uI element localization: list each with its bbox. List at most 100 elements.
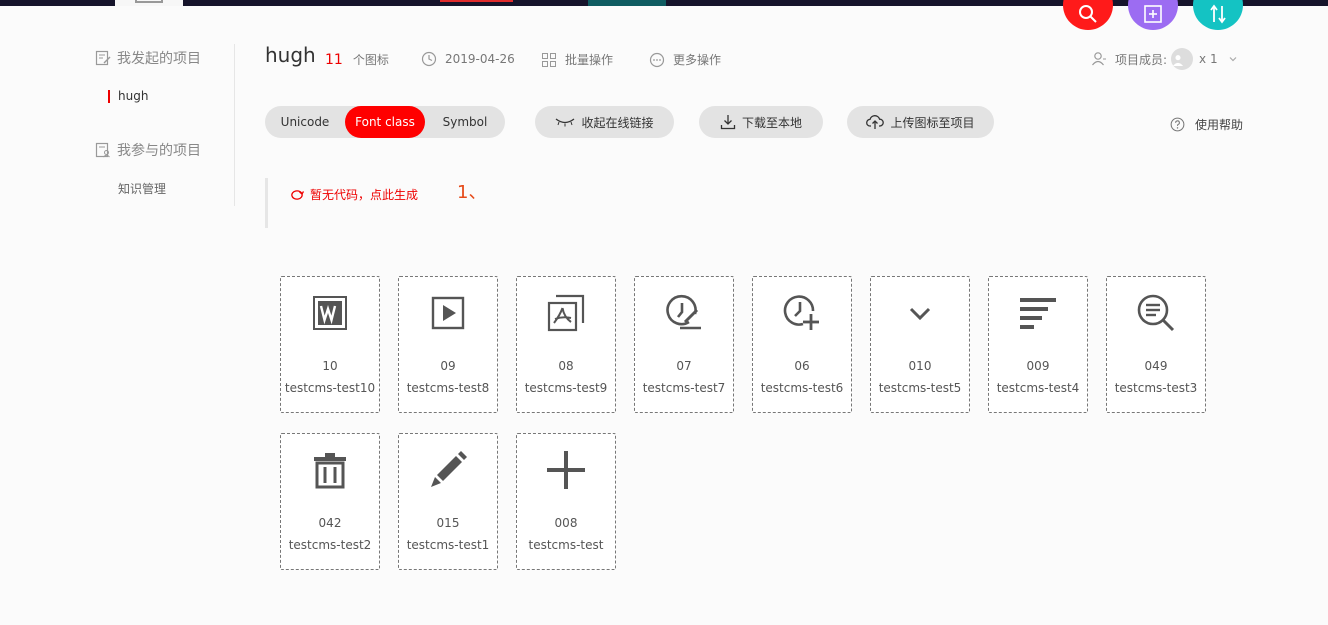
annotation-text: 1、 (457, 182, 487, 203)
icon-code: 06 (794, 359, 810, 373)
icon-card-testcms-test4[interactable]: 009 testcms-test4 (988, 276, 1088, 413)
icon-name: testcms-test2 (288, 538, 372, 552)
icon-name: testcms-test4 (996, 381, 1080, 395)
avatar[interactable] (1171, 48, 1194, 70)
chevron-down-icon (909, 307, 931, 321)
upload-button[interactable]: 上传图标至项目 (847, 106, 994, 138)
more-dots-icon (649, 52, 665, 67)
project-sidebar: 我发起的项目 hugh 我参与的项目 知识管理 (0, 44, 235, 206)
icon-name: testcms-test10 (284, 381, 376, 395)
project-date-text: 2019-04-26 (445, 52, 515, 66)
more-operations-label: 更多操作 (673, 53, 722, 67)
search-icon (1079, 5, 1097, 23)
icon-name: testcms-test8 (406, 381, 490, 395)
icon-code: 008 (554, 516, 578, 530)
generate-code-label: 暂无代码，点此生成 (310, 188, 419, 202)
icon-card-testcms-test6[interactable]: 06 testcms-test6 (752, 276, 852, 413)
batch-operations-button[interactable]: 批量操作 (541, 51, 613, 68)
icon-count-number: 11 (325, 51, 343, 68)
my-projects-heading: 我发起的项目 (95, 48, 201, 68)
code-panel: 暂无代码，点此生成 1、 (265, 178, 668, 228)
cloud-upload-icon (866, 115, 885, 129)
collapse-link-button[interactable]: 收起在线链接 (535, 106, 674, 138)
project-title: hugh (265, 43, 316, 67)
search-button[interactable] (1063, 0, 1113, 30)
icon-code: 07 (676, 359, 692, 373)
tab-font-class[interactable]: Font class (345, 106, 425, 138)
download-icon (720, 115, 736, 130)
chevron-down-icon[interactable] (1228, 54, 1238, 64)
user-doc-icon (95, 142, 110, 158)
sidebar-item-hugh[interactable]: hugh (107, 89, 148, 103)
help-icon (1170, 117, 1185, 132)
icon-count: 11 个图标 (325, 51, 389, 68)
icon-name: testcms-test5 (878, 381, 962, 395)
icon-card-testcms-test3[interactable]: 049 testcms-test3 (1106, 276, 1206, 413)
icon-card-testcms-test8[interactable]: 09 testcms-test8 (398, 276, 498, 413)
icon-code: 015 (436, 516, 460, 530)
batch-operations-label: 批量操作 (565, 53, 614, 67)
icon-code: 009 (1026, 359, 1050, 373)
pencil-icon (431, 451, 467, 487)
word-doc-icon (313, 296, 347, 330)
clock-add-icon (783, 295, 819, 330)
icon-code: 10 (322, 359, 338, 373)
icon-card-testcms-test5[interactable]: 010 testcms-test5 (870, 276, 970, 413)
clock-icon (421, 51, 437, 67)
nav-block (588, 0, 666, 6)
icon-card-testcms-test7[interactable]: 07 testcms-test7 (634, 276, 734, 413)
sort-button[interactable] (1193, 0, 1243, 30)
icon-name: testcms-test3 (1114, 381, 1198, 395)
sidebar-item-knowledge-management[interactable]: 知识管理 (118, 180, 166, 197)
members-count: x 1 (1199, 52, 1218, 66)
help-label: 使用帮助 (1195, 118, 1244, 132)
tab-symbol[interactable]: Symbol (425, 106, 505, 138)
icon-card-testcms-test9[interactable]: 08 testcms-test9 (516, 276, 616, 413)
icon-card-testcms-test[interactable]: 008 testcms-test (516, 433, 616, 570)
trash-icon (314, 453, 346, 489)
project-date: 2019-04-26 (421, 51, 515, 67)
icon-code: 09 (440, 359, 456, 373)
refresh-icon (291, 189, 304, 200)
pdf-image-icon (547, 294, 585, 332)
active-nav-indicator (440, 0, 513, 6)
upload-label: 上传图标至项目 (890, 115, 975, 130)
icon-name: testcms-test (528, 538, 604, 552)
icon-code: 08 (558, 359, 574, 373)
add-project-button[interactable] (1128, 0, 1178, 30)
joined-projects-heading: 我参与的项目 (95, 140, 201, 160)
members-label: 项目成员: (1115, 52, 1168, 67)
logo[interactable] (115, 0, 183, 6)
members-icon (1092, 52, 1106, 66)
clock-edit-icon (666, 294, 701, 330)
search-list-icon (1137, 294, 1175, 332)
icon-code: 042 (318, 516, 342, 530)
grid-icon (542, 52, 556, 67)
icon-code: 049 (1144, 359, 1168, 373)
user-avatar-icon (1172, 55, 1184, 66)
generate-code-link[interactable]: 暂无代码，点此生成 (290, 186, 418, 203)
project-members[interactable]: 项目成员: x 1 (1091, 48, 1246, 70)
icon-card-testcms-test10[interactable]: 10 testcms-test10 (280, 276, 380, 413)
help-link[interactable]: 使用帮助 (1170, 116, 1243, 133)
icon-name: testcms-test9 (524, 381, 608, 395)
icon-card-testcms-test1[interactable]: 015 testcms-test1 (398, 433, 498, 570)
play-box-icon (431, 296, 465, 330)
icon-name: testcms-test1 (406, 538, 490, 552)
icon-code: 010 (908, 359, 932, 373)
icon-count-label: 个图标 (352, 53, 389, 67)
download-label: 下载至本地 (741, 115, 802, 130)
download-button[interactable]: 下载至本地 (699, 106, 823, 138)
my-projects-label: 我发起的项目 (117, 51, 201, 67)
icon-card-testcms-test2[interactable]: 042 testcms-test2 (280, 433, 380, 570)
icon-name: testcms-test7 (642, 381, 726, 395)
eye-closed-icon (556, 118, 575, 127)
code-type-tabs: Unicode Font class Symbol (265, 106, 505, 138)
icon-name: testcms-test6 (760, 381, 844, 395)
more-operations-button[interactable]: 更多操作 (649, 51, 721, 68)
tab-unicode[interactable]: Unicode (265, 106, 345, 138)
joined-projects-label: 我参与的项目 (117, 143, 201, 159)
collapse-link-label: 收起在线链接 (581, 115, 654, 130)
add-box-icon (1144, 5, 1162, 23)
align-left-icon (1020, 298, 1056, 329)
